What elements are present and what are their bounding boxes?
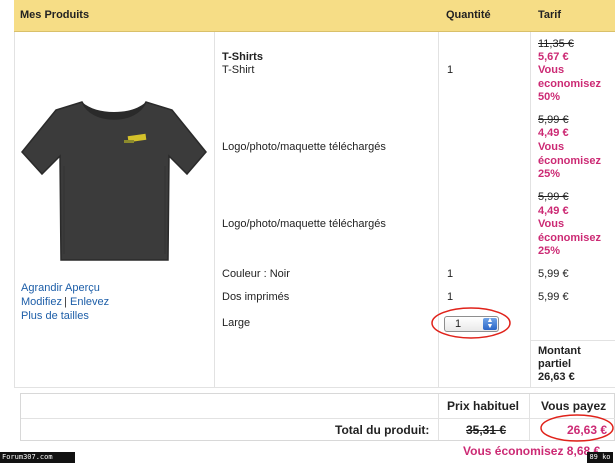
item-color-qty: 1 [447,268,454,280]
price-old-1: 11,35 € [538,38,574,50]
price-new-3: 4,49 € [538,205,569,217]
price-old-2: 5,99 € [538,114,569,126]
header-quantity: Quantité [446,9,491,21]
item-print: Dos imprimés [222,291,290,303]
savings-1: Vous economisez 50% [538,64,601,103]
grid-line [214,32,215,387]
header-products: Mes Produits [20,9,90,21]
header-price: Tarif [538,9,562,21]
grid-line [530,340,615,341]
you-pay-label: Vous payez [541,399,607,413]
item-title: T-Shirts [222,51,263,63]
grid-line [530,32,531,387]
modify-link[interactable]: Modifiez [21,296,62,308]
grid-line [14,32,15,387]
remove-link[interactable]: Enlevez [70,296,109,308]
file-size-label: 89 ko [587,452,613,463]
grid-line [438,32,439,387]
savings-3: Vous économisez 25% [538,218,601,257]
color-price: 5,99 € [538,268,569,280]
partial-amount: Montant partiel 26,63 € [538,345,581,383]
total-label: Total du produit: [335,423,430,437]
tshirt-image[interactable] [16,96,212,268]
item-subtitle: T-Shirt [222,64,255,76]
cart-header: Mes Produits Quantité Tarif [14,0,615,32]
totals-table: Prix habituel Vous payez Total du produi… [20,393,615,441]
regular-price-label: Prix habituel [447,399,520,413]
grid-line [14,387,615,388]
savings-2: Vous économisez 25% [538,141,601,180]
total-savings: Vous économisez 8,68 € [463,444,601,458]
item-size: Large [222,317,251,329]
forum-watermark: Forum307.com [0,452,75,463]
regular-price-value: 35,31 € [466,423,507,437]
size-quantity-value: 1 [455,318,462,330]
item-subtitle-qty: 1 [447,64,454,76]
up-down-arrow-icon: ▲ ▼ [483,317,497,330]
item-logo-1: Logo/photo/maquette téléchargés [222,141,386,153]
link-separator: | [64,296,67,308]
more-sizes-link[interactable]: Plus de tailles [21,310,89,322]
you-pay-value: 26,63 € [567,423,608,437]
price-old-3: 5,99 € [538,191,569,203]
enlarge-preview-link[interactable]: Agrandir Aperçu [21,282,100,294]
item-print-qty: 1 [447,291,454,303]
size-quantity-select[interactable]: 1 ▲ ▼ [444,316,499,332]
print-price: 5,99 € [538,291,569,303]
item-color: Couleur : Noir [222,268,290,280]
price-new-1: 5,67 € [538,51,569,63]
price-new-2: 4,49 € [538,127,569,139]
item-logo-2: Logo/photo/maquette téléchargés [222,218,386,230]
